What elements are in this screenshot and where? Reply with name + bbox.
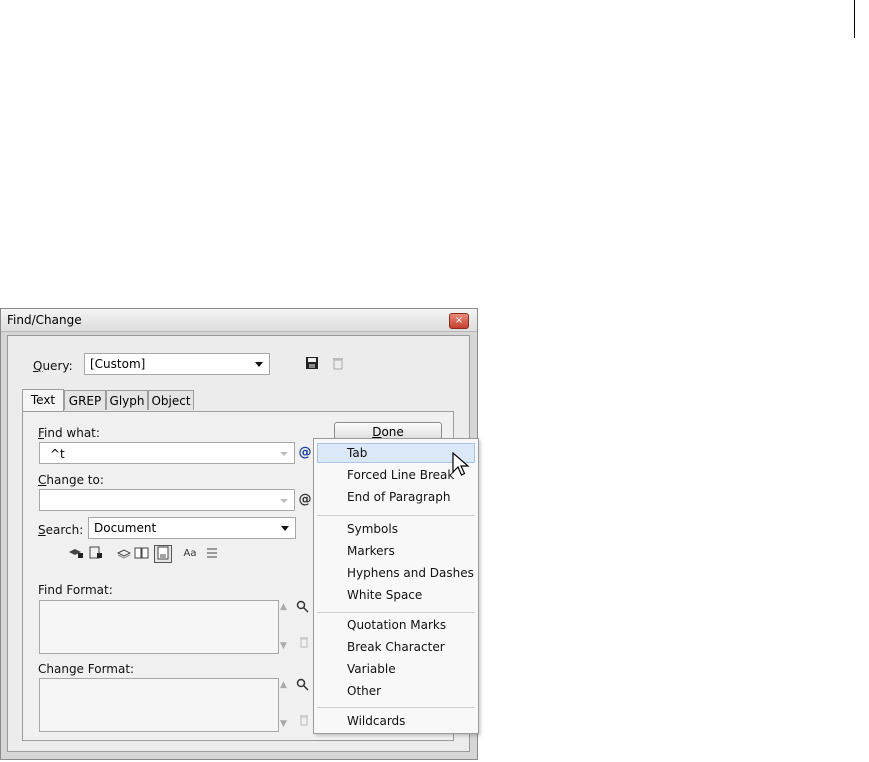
menu-item-end-of-paragraph[interactable]: End of Paragraph <box>317 487 475 507</box>
find-what-input[interactable]: ^t <box>39 442 295 464</box>
query-select[interactable]: [Custom] <box>84 353 270 375</box>
menu-separator <box>317 515 475 516</box>
query-value: [Custom] <box>90 357 146 371</box>
lock-stories-icon[interactable] <box>88 546 104 562</box>
clear-find-format-icon[interactable] <box>296 636 312 652</box>
find-what-label: Find what: <box>38 426 100 440</box>
scroll-down-icon[interactable]: ▼ <box>280 719 287 729</box>
save-query-icon[interactable] <box>304 356 320 372</box>
tab-glyph[interactable]: Glyph <box>106 390 148 410</box>
chevron-down-icon <box>281 526 289 531</box>
special-characters-change-icon[interactable]: @ <box>297 491 313 509</box>
search-label: Search: <box>38 523 84 537</box>
scroll-up-icon[interactable]: ▲ <box>280 680 287 690</box>
change-format-label: Change Format: <box>38 662 135 676</box>
delete-query-icon[interactable] <box>330 356 346 372</box>
menu-item-variable[interactable]: Variable <box>317 659 475 679</box>
tab-grep[interactable]: GREP <box>64 390 106 410</box>
search-scope-select[interactable]: Document <box>88 517 296 539</box>
menu-separator <box>317 612 475 613</box>
page-edge-rule <box>854 0 855 38</box>
close-button[interactable]: × <box>449 313 469 329</box>
whole-word-icon[interactable] <box>204 546 220 562</box>
menu-item-markers[interactable]: Markers <box>317 541 475 561</box>
special-characters-find-icon[interactable]: @ <box>297 444 313 462</box>
menu-item-white-space[interactable]: White Space <box>317 585 475 605</box>
specify-find-format-icon[interactable] <box>295 600 311 616</box>
tab-text[interactable]: Text <box>22 389 64 411</box>
mouse-cursor-icon <box>452 452 470 476</box>
menu-item-break-character[interactable]: Break Character <box>317 637 475 657</box>
find-format-label: Find Format: <box>38 583 113 597</box>
menu-item-symbols[interactable]: Symbols <box>317 519 475 539</box>
menu-item-other[interactable]: Other <box>317 681 475 701</box>
dialog-titlebar[interactable]: Find/Change × <box>1 309 477 332</box>
footnotes-icon[interactable] <box>154 545 172 563</box>
scroll-up-icon[interactable]: ▲ <box>280 602 287 612</box>
change-format-box[interactable] <box>39 678 279 732</box>
clear-change-format-icon[interactable] <box>296 714 312 730</box>
search-scope-value: Document <box>94 521 157 535</box>
menu-separator <box>317 707 475 708</box>
menu-item-wildcards[interactable]: Wildcards <box>317 711 475 731</box>
hidden-layers-icon[interactable] <box>116 546 132 562</box>
case-sensitive-icon[interactable]: Aa <box>182 546 198 562</box>
chevron-down-icon <box>280 499 288 503</box>
chevron-down-icon <box>280 452 288 456</box>
change-to-label: Change to: <box>38 473 104 487</box>
dialog-title: Find/Change <box>7 313 82 327</box>
specify-change-format-icon[interactable] <box>295 678 311 694</box>
tab-object[interactable]: Object <box>148 390 194 410</box>
lock-layers-icon[interactable] <box>68 546 84 562</box>
find-what-value: ^t <box>50 447 65 461</box>
menu-item-hyphens-and-dashes[interactable]: Hyphens and Dashes <box>317 563 475 583</box>
special-characters-menu: Tab Forced Line Break End of Paragraph S… <box>313 438 479 734</box>
master-pages-icon[interactable] <box>134 546 150 562</box>
change-to-input[interactable] <box>39 489 295 511</box>
chevron-down-icon <box>255 362 263 367</box>
menu-item-quotation-marks[interactable]: Quotation Marks <box>317 615 475 635</box>
scroll-down-icon[interactable]: ▼ <box>280 641 287 651</box>
find-format-box[interactable] <box>39 600 279 654</box>
query-label: Query: <box>33 359 73 373</box>
